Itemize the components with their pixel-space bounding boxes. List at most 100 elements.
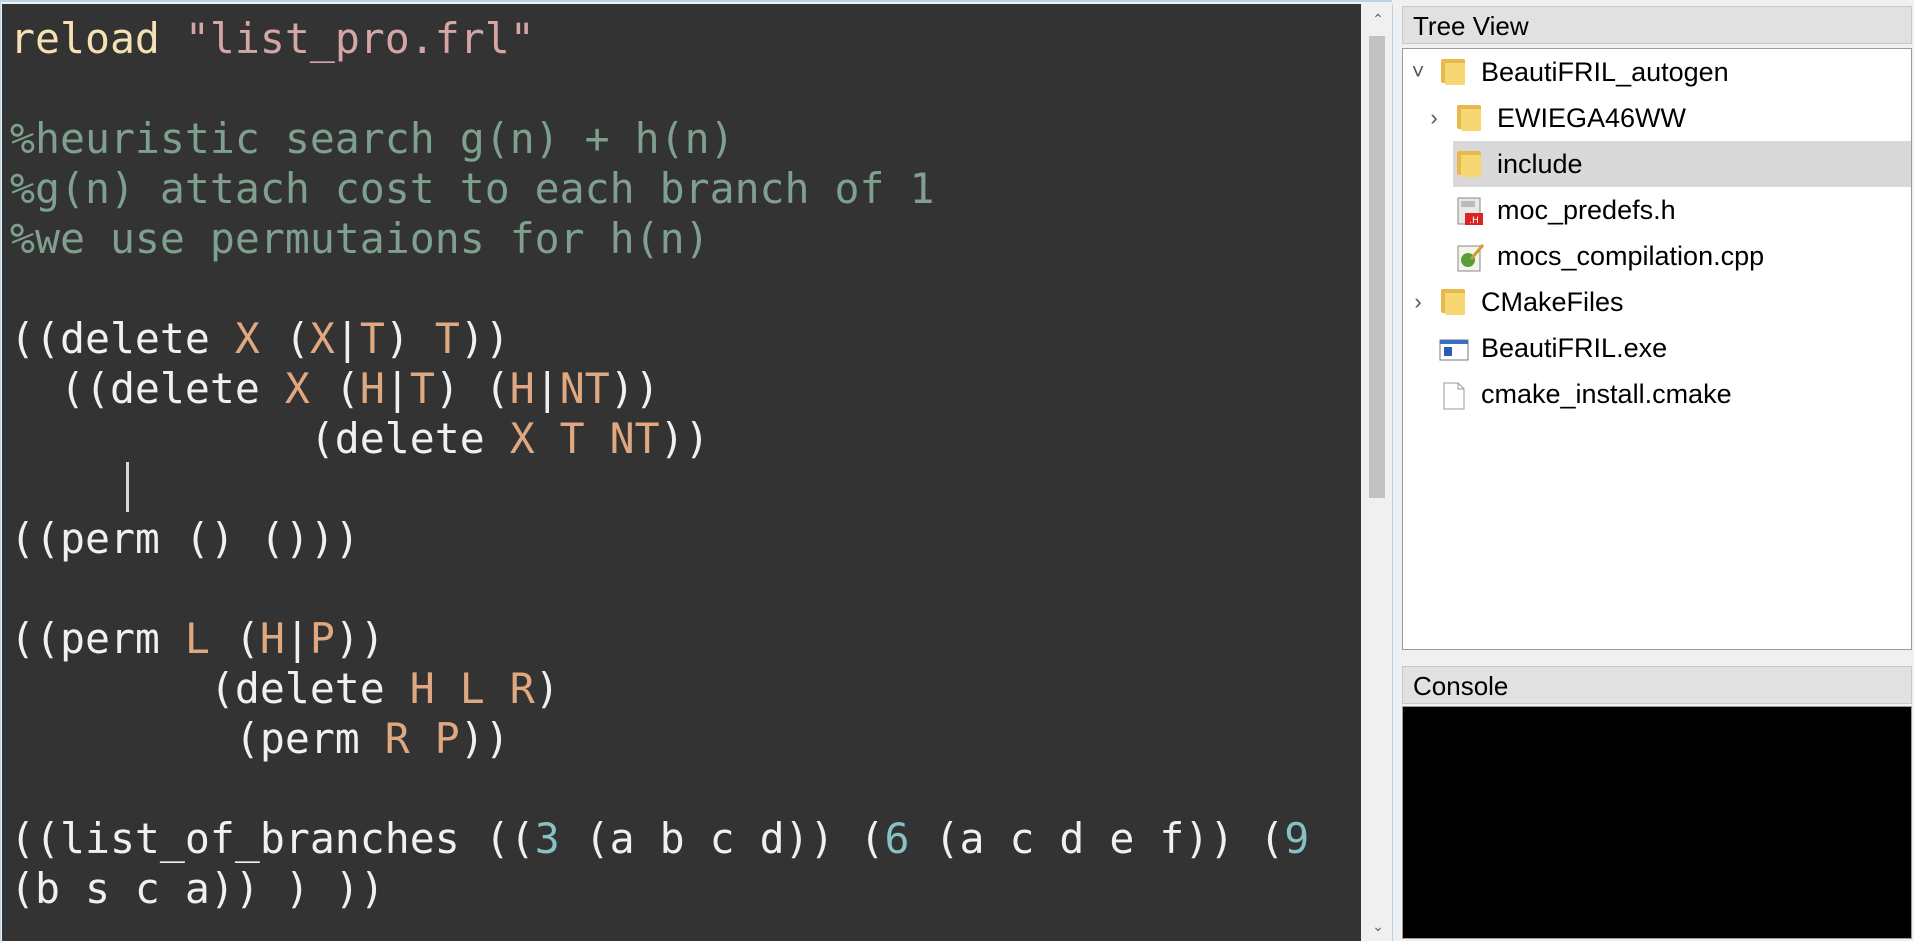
code-line[interactable] bbox=[10, 564, 1309, 614]
code-token: H bbox=[259, 614, 285, 663]
code-line[interactable] bbox=[10, 764, 1309, 814]
chevron-right-icon[interactable]: › bbox=[1407, 279, 1429, 325]
blank-file-icon bbox=[1439, 379, 1469, 410]
code-token: H bbox=[359, 364, 385, 413]
code-token: (a c d e f)) ( bbox=[909, 814, 1285, 863]
code-token: (delete bbox=[10, 664, 410, 713]
code-token: (a b c d)) ( bbox=[559, 814, 885, 863]
tree-item[interactable]: cmake_install.cmake bbox=[1403, 371, 1911, 417]
code-token: )) bbox=[659, 414, 710, 463]
tree-item-label: BeautiFRIL_autogen bbox=[1481, 57, 1729, 87]
code-token: | bbox=[384, 364, 410, 413]
code-line[interactable]: %g(n) attach cost to each branch of 1 bbox=[10, 164, 1309, 214]
code-line[interactable]: ((perm L (H|P)) bbox=[10, 614, 1309, 664]
code-token: X bbox=[284, 364, 310, 413]
code-token: )) bbox=[609, 364, 660, 413]
code-line[interactable]: (delete H L R) bbox=[10, 664, 1309, 714]
code-text: reload "list_pro.frl" %heuristic search g… bbox=[10, 14, 1309, 914]
code-token: 6 bbox=[884, 814, 910, 863]
code-token: (delete bbox=[10, 414, 510, 463]
code-token: %heuristic search g(n) + h(n) bbox=[10, 114, 735, 163]
code-line[interactable]: (perm R P)) bbox=[10, 714, 1309, 764]
tree-item[interactable]: .H moc_predefs.h bbox=[1403, 187, 1911, 233]
folder-icon bbox=[1439, 57, 1469, 87]
code-token: T bbox=[409, 364, 435, 413]
code-token: (b s c a)) ) )) bbox=[10, 864, 385, 913]
tree-item[interactable]: BeautiFRIL.exe bbox=[1403, 325, 1911, 371]
code-line[interactable] bbox=[10, 464, 1309, 514]
code-token: T bbox=[434, 314, 460, 363]
text-cursor bbox=[126, 462, 129, 512]
cpp-file-icon bbox=[1455, 241, 1485, 272]
code-line[interactable]: %we use permutaions for h(n) bbox=[10, 214, 1309, 264]
code-token: X T NT bbox=[509, 414, 660, 463]
console-output[interactable] bbox=[1402, 706, 1912, 939]
code-token: NT bbox=[559, 364, 610, 413]
code-token: ((perm bbox=[10, 614, 185, 663]
code-token: | bbox=[334, 314, 360, 363]
code-token: "list_pro.frl" bbox=[184, 14, 535, 63]
code-token: X bbox=[234, 314, 260, 363]
header-file-icon: .H bbox=[1455, 195, 1485, 226]
code-token: ) ( bbox=[434, 364, 510, 413]
tree-item[interactable]: › CMakeFiles bbox=[1403, 279, 1911, 325]
tree-item-label: moc_predefs.h bbox=[1497, 195, 1676, 225]
code-token: | bbox=[534, 364, 560, 413]
code-token: H L R bbox=[409, 664, 535, 713]
tree-view[interactable]: ˅ BeautiFRIL_autogen › EWIEGA46WW include .H m… bbox=[1402, 48, 1912, 650]
code-editor[interactable]: reload "list_pro.frl" %heuristic search g… bbox=[0, 0, 1393, 941]
code-token: P bbox=[309, 614, 335, 663]
code-line[interactable]: ((delete X (H|T) (H|NT)) bbox=[10, 364, 1309, 414]
scroll-down-icon[interactable]: ⌄ bbox=[1363, 911, 1393, 941]
code-token: ( bbox=[209, 614, 260, 663]
code-line[interactable]: %heuristic search g(n) + h(n) bbox=[10, 114, 1309, 164]
scrollbar-thumb[interactable] bbox=[1369, 36, 1385, 498]
tree-item-label: CMakeFiles bbox=[1481, 287, 1624, 317]
code-token: 3 bbox=[534, 814, 560, 863]
code-token: X bbox=[309, 314, 335, 363]
code-token: ( bbox=[259, 314, 310, 363]
code-token: | bbox=[284, 614, 310, 663]
tree-view-title: Tree View bbox=[1402, 6, 1912, 44]
code-token: H bbox=[509, 364, 535, 413]
scroll-up-icon[interactable]: ⌃ bbox=[1363, 4, 1393, 34]
svg-text:.H: .H bbox=[1469, 216, 1479, 226]
tree-item[interactable]: ˅ BeautiFRIL_autogen bbox=[1403, 49, 1911, 95]
code-area[interactable]: reload "list_pro.frl" %heuristic search g… bbox=[2, 4, 1361, 941]
tree-item-label: EWIEGA46WW bbox=[1497, 103, 1687, 133]
tree-item-label: cmake_install.cmake bbox=[1481, 379, 1732, 409]
folder-icon bbox=[1455, 149, 1485, 179]
editor-vertical-scrollbar[interactable]: ⌃ ⌄ bbox=[1363, 4, 1393, 941]
chevron-right-icon[interactable]: › bbox=[1423, 95, 1445, 141]
code-line[interactable]: reload "list_pro.frl" bbox=[10, 14, 1309, 64]
code-line[interactable]: ((perm () ())) bbox=[10, 514, 1309, 564]
code-token: (perm bbox=[10, 714, 385, 763]
code-token: )) bbox=[334, 614, 385, 663]
code-token: reload bbox=[10, 14, 185, 63]
code-token: 9 bbox=[1284, 814, 1310, 863]
code-token: %we use permutaions for h(n) bbox=[10, 214, 710, 263]
code-line[interactable]: ((list_of_branches ((3 (a b c d)) (6 (a … bbox=[10, 814, 1309, 864]
tree-item-label: include bbox=[1497, 149, 1583, 179]
tree-item[interactable]: mocs_compilation.cpp bbox=[1403, 233, 1911, 279]
tree-item-label: BeautiFRIL.exe bbox=[1481, 333, 1668, 363]
code-token: ( bbox=[309, 364, 360, 413]
code-token: ((delete bbox=[10, 364, 285, 413]
console-title: Console bbox=[1402, 666, 1912, 704]
chevron-down-icon[interactable]: ˅ bbox=[1407, 49, 1429, 95]
code-token: T bbox=[359, 314, 385, 363]
code-token: ) bbox=[384, 314, 435, 363]
code-token: ((delete bbox=[10, 314, 235, 363]
tree-item[interactable]: include bbox=[1403, 141, 1911, 187]
code-line[interactable]: ((delete X (X|T) T)) bbox=[10, 314, 1309, 364]
code-line[interactable]: (b s c a)) ) )) bbox=[10, 864, 1309, 914]
code-line[interactable] bbox=[10, 64, 1309, 114]
tree-item[interactable]: › EWIEGA46WW bbox=[1403, 95, 1911, 141]
code-token: L bbox=[184, 614, 210, 663]
code-line[interactable] bbox=[10, 264, 1309, 314]
code-token: ((list_of_branches (( bbox=[10, 814, 535, 863]
code-token: ((perm () ())) bbox=[10, 514, 360, 563]
code-token: )) bbox=[459, 714, 510, 763]
code-line[interactable]: (delete X T NT)) bbox=[10, 414, 1309, 464]
code-token: )) bbox=[459, 314, 510, 363]
